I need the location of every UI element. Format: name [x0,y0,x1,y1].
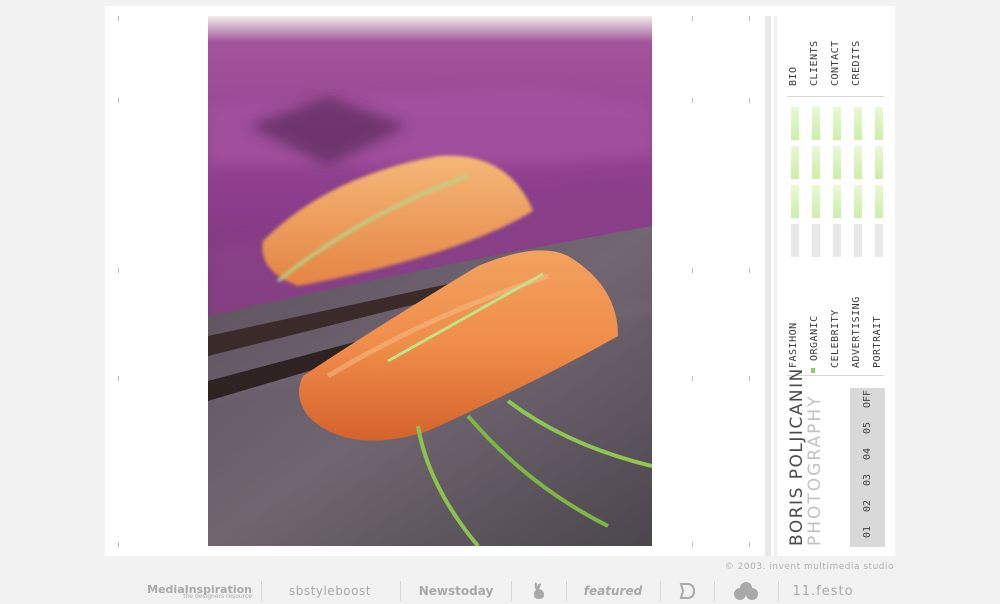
nav-credits-link[interactable]: CREDITS [851,40,862,86]
thumb-bar[interactable] [875,224,883,257]
thumb-bar[interactable] [854,146,862,179]
page-01-button[interactable]: 01 [862,526,873,538]
rabbit-icon[interactable] [522,578,556,604]
thumb-bar[interactable] [791,146,799,179]
nav-contact-link[interactable]: CONTACT [830,40,841,86]
corner-tick [118,268,119,273]
corner-tick [749,376,750,381]
thumb-bar[interactable] [791,185,799,218]
clover-icon[interactable] [724,578,768,604]
brand-name: BORIS POLJICANIN [787,367,807,546]
thumb-bar[interactable] [791,107,799,140]
thumb-bar[interactable] [812,146,820,179]
thumb-bar[interactable] [833,107,841,140]
page-selector: 01 02 03 04 05 OFF [850,388,885,547]
badge-separator [511,581,512,601]
thumb-bar[interactable] [854,185,862,218]
corner-tick [118,16,119,21]
featured-badge[interactable]: featured [576,578,650,604]
gallery-photo [208,16,652,546]
badge-separator [660,581,661,601]
corner-tick [692,542,693,547]
corner-tick [749,16,750,21]
thumb-bar[interactable] [875,146,883,179]
mediainspiration-sub: the designers resource [183,592,252,600]
thumb-bar[interactable] [812,185,820,218]
category-organic-link[interactable]: ORGANIC [809,315,820,361]
badge-separator [400,581,401,601]
d-logo-icon[interactable] [670,578,704,604]
award-badges: MediaInspiration the designers resource … [140,578,860,604]
corner-tick [692,16,693,21]
corner-tick [749,542,750,547]
corner-tick [118,98,119,103]
mediainspiration-badge[interactable]: MediaInspiration the designers resource [144,578,252,604]
page-02-button[interactable]: 02 [862,500,873,512]
copyright: © 2003. invent multimedia studio [724,562,894,572]
festo-badge[interactable]: 11.festo [788,578,858,604]
badge-separator [261,581,262,601]
main-card: BIO CLIENTS CONTACT CREDITS FASIHON ORGA… [105,6,895,556]
corner-tick [749,268,750,273]
corner-tick [118,376,119,381]
badge-separator [566,581,567,601]
thumb-bar[interactable] [791,224,799,257]
active-indicator [811,368,815,373]
corner-tick [692,376,693,381]
page-04-button[interactable]: 04 [862,448,873,460]
thumb-bar[interactable] [833,185,841,218]
corner-tick [749,98,750,103]
badge-separator [778,581,779,601]
category-portrait-link[interactable]: PORTRAIT [872,316,883,368]
corner-tick [118,542,119,547]
category-fashion-link[interactable]: FASIHON [788,322,799,368]
brand-tagline: PHOTOGRAPHY [805,394,825,546]
thumb-bar[interactable] [875,185,883,218]
thumb-bar[interactable] [875,107,883,140]
page-03-button[interactable]: 03 [862,474,873,486]
page-05-button[interactable]: 05 [862,422,873,434]
category-advertising-link[interactable]: ADVERTISING [851,296,862,368]
divider-line [787,96,884,97]
category-celebrity-link[interactable]: CELEBRITY [830,309,841,368]
thumb-bar[interactable] [854,107,862,140]
newstoday-badge[interactable]: Newstoday [412,578,500,604]
nav-bio-link[interactable]: BIO [788,66,799,86]
thumb-bar[interactable] [854,224,862,257]
corner-tick [692,268,693,273]
badge-separator [714,581,715,601]
thumb-bar[interactable] [812,224,820,257]
page-off-button[interactable]: OFF [862,390,873,408]
thumb-bar[interactable] [833,146,841,179]
page: BIO CLIENTS CONTACT CREDITS FASIHON ORGA… [0,0,1000,604]
nav-clients-link[interactable]: CLIENTS [809,40,820,86]
thumb-bar[interactable] [833,224,841,257]
divider-rail [774,16,777,556]
corner-tick [692,98,693,103]
styleboost-badge[interactable]: sbstyleboost [274,578,386,604]
divider-rail [765,16,771,556]
thumb-bar[interactable] [812,107,820,140]
